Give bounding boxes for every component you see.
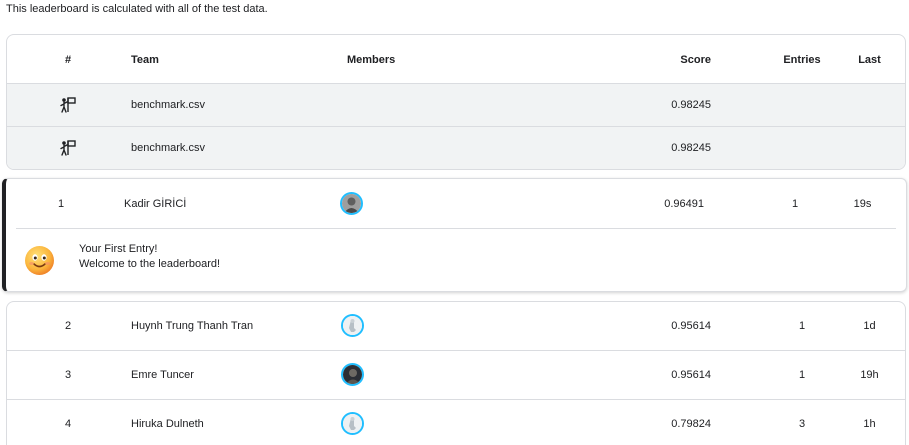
- benchmark-team-name[interactable]: benchmark.csv: [131, 142, 205, 154]
- table-row[interactable]: 2 Huynh Trung Thanh Tran 0.95614 1 1d: [7, 302, 905, 351]
- team-name[interactable]: Emre Tuncer: [131, 369, 194, 381]
- benchmark-icon: [59, 139, 77, 157]
- benchmark-icon: [59, 96, 77, 114]
- rank-cell: 4: [64, 418, 72, 430]
- leaderboard-note: This leaderboard is calculated with all …: [6, 3, 268, 15]
- last-cell: 1h: [863, 418, 876, 430]
- avatar[interactable]: [341, 363, 364, 386]
- avatar[interactable]: [341, 314, 364, 337]
- header-last[interactable]: Last: [827, 54, 905, 66]
- avatar[interactable]: [340, 192, 363, 215]
- team-name[interactable]: Kadir GİRİCİ: [124, 198, 186, 210]
- score-cell: 0.79824: [671, 418, 711, 430]
- benchmark-row[interactable]: benchmark.csv 0.98245: [7, 84, 905, 127]
- table-header-row: # Team Members Score Entries Last: [7, 35, 905, 84]
- your-entry-card: 1 Kadir GİRİCİ 0.96491 1 19s Your First …: [2, 178, 907, 292]
- first-entry-message: Your First Entry! Welcome to the leaderb…: [79, 242, 220, 272]
- first-entry-subtitle: Welcome to the leaderboard!: [79, 258, 221, 270]
- last-cell: 19s: [853, 198, 872, 210]
- header-members: Members: [347, 54, 396, 66]
- benchmark-score: 0.98245: [671, 99, 711, 111]
- header-score[interactable]: Score: [567, 54, 711, 66]
- benchmark-team-name[interactable]: benchmark.csv: [131, 99, 205, 111]
- last-cell: 1d: [863, 320, 876, 332]
- score-cell: 0.95614: [671, 320, 711, 332]
- rank-cell: 1: [57, 198, 65, 210]
- benchmark-row[interactable]: benchmark.csv 0.98245: [7, 127, 905, 169]
- smiley-emoji-icon: [24, 245, 55, 276]
- leaderboard-list: 2 Huynh Trung Thanh Tran 0.95614 1 1d 3 …: [6, 301, 906, 445]
- table-row[interactable]: 4 Hiruka Dulneth 0.79824 3 1h: [7, 400, 905, 445]
- rank-cell: 3: [64, 369, 72, 381]
- team-name[interactable]: Hiruka Dulneth: [131, 418, 204, 430]
- header-rank[interactable]: #: [13, 54, 123, 66]
- team-name[interactable]: Huynh Trung Thanh Tran: [131, 320, 253, 332]
- first-entry-title: Your First Entry!: [79, 243, 158, 255]
- your-entry-row[interactable]: 1 Kadir GİRİCİ 0.96491 1 19s: [6, 179, 906, 228]
- leaderboard-header-card: # Team Members Score Entries Last benchm…: [6, 34, 906, 170]
- table-row[interactable]: 3 Emre Tuncer 0.95614 1 19h: [7, 351, 905, 400]
- last-cell: 19h: [860, 369, 879, 381]
- score-cell: 0.96491: [664, 198, 704, 210]
- avatar[interactable]: [341, 412, 364, 435]
- score-cell: 0.95614: [671, 369, 711, 381]
- header-team[interactable]: Team: [131, 54, 159, 66]
- rank-cell: 2: [64, 320, 72, 332]
- divider: [16, 228, 896, 229]
- benchmark-score: 0.98245: [671, 142, 711, 154]
